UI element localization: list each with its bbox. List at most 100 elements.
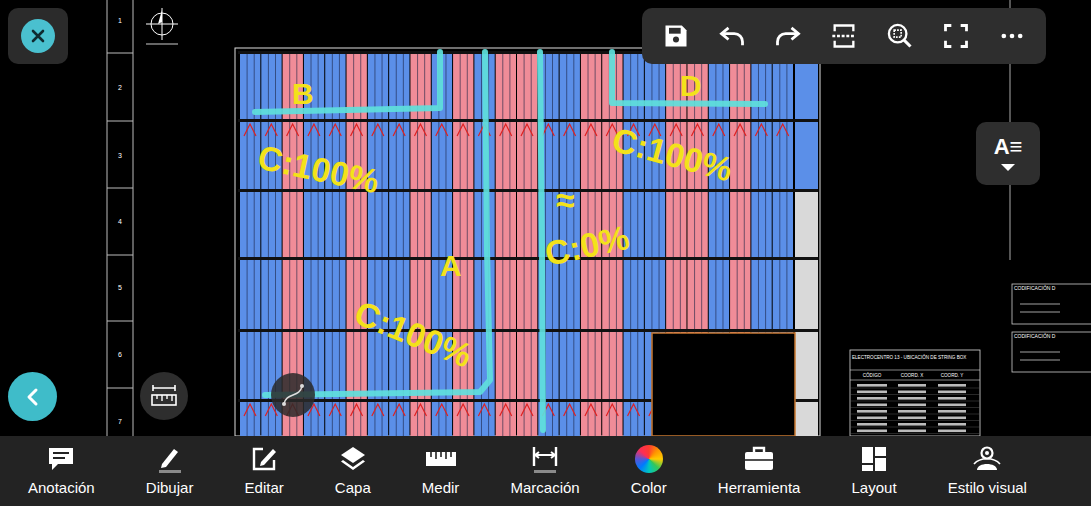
svg-text:CODIFICACIÓN D: CODIFICACIÓN D — [1014, 285, 1056, 291]
tool-label: Color — [631, 479, 667, 497]
dimension-icon — [530, 445, 560, 473]
split-view-button[interactable] — [822, 14, 866, 58]
fullscreen-button[interactable] — [934, 14, 978, 58]
markup-annotation[interactable]: B — [292, 77, 314, 110]
row-number: 7 — [118, 418, 122, 425]
tool-label: Herramienta — [718, 479, 801, 497]
color-wheel-icon — [635, 445, 663, 473]
table-header: COORD. Y — [941, 373, 964, 378]
toolbar-item[interactable]: Editar — [245, 441, 284, 501]
toolbar-item[interactable]: Herramienta — [718, 441, 801, 501]
frame-line — [107, 121, 133, 122]
cad-viewer-screen: 1234567CODIFICACIÓN DCODIFICACIÓN DELECT… — [0, 0, 1091, 506]
frame-line — [133, 0, 134, 436]
toolbar-item[interactable]: Anotación — [28, 441, 95, 501]
table-header: CÓDIGO — [863, 372, 882, 378]
toolbar-item[interactable]: Medir — [422, 441, 460, 501]
undo-icon — [718, 22, 746, 50]
tool-icon — [635, 445, 663, 473]
legend-box: CODIFICACIÓN D — [1012, 284, 1091, 324]
string-box-table: ELECTROCENTRO 13 - UBICACIÓN DE STRING B… — [850, 350, 980, 436]
frame-line — [107, 321, 133, 322]
panel-column — [496, 52, 516, 436]
split-view-icon — [830, 22, 858, 50]
row-number: 2 — [118, 84, 122, 91]
table-row — [850, 391, 980, 395]
row-number: 3 — [118, 152, 122, 159]
north-arrow-icon — [146, 8, 178, 44]
tool-label: Medir — [422, 479, 460, 497]
tool-icon — [46, 445, 76, 473]
layers-icon — [338, 445, 368, 473]
undo-button[interactable] — [710, 14, 754, 58]
table-header: COORD. X — [901, 373, 924, 378]
tool-label: Capa — [335, 479, 371, 497]
ruler-icon — [149, 383, 179, 409]
plan-border — [235, 48, 820, 436]
more-icon — [998, 22, 1026, 50]
markup-annotation[interactable]: C:100% — [349, 293, 477, 374]
comment-icon — [46, 445, 76, 473]
frame-line — [107, 0, 108, 436]
layout-icon — [860, 445, 888, 473]
zoom-extents-button[interactable] — [878, 14, 922, 58]
empty-area — [652, 333, 795, 436]
frame-line — [107, 53, 133, 54]
toolbar-item[interactable]: Layout — [852, 441, 897, 501]
row-number: 6 — [118, 351, 122, 358]
toolbar-item[interactable]: Marcación — [511, 441, 580, 501]
toolbar-item[interactable]: Color — [631, 441, 667, 501]
tool-icon — [743, 445, 775, 473]
markup-annotation[interactable]: C:100% — [255, 138, 383, 201]
markup-annotation[interactable]: C:0% — [542, 218, 633, 273]
edit-icon — [249, 445, 279, 473]
chevron-left-icon — [23, 387, 43, 407]
bottom-toolbar: Anotación Dibujar Editar Capa Medir Marcación… — [0, 436, 1091, 506]
table-row — [850, 430, 980, 434]
cad-drawing[interactable]: 1234567CODIFICACIÓN DCODIFICACIÓN DELECT… — [0, 0, 1091, 436]
row-number: 4 — [118, 218, 122, 225]
toolbar-item[interactable]: Dibujar — [146, 441, 194, 501]
panel-column — [517, 52, 537, 436]
measure-button[interactable] — [140, 372, 188, 420]
tool-icon — [338, 445, 368, 473]
back-button[interactable] — [8, 372, 57, 421]
close-button[interactable] — [8, 8, 68, 64]
toolbar-item[interactable]: Estilo visual — [948, 441, 1027, 501]
drawing-canvas[interactable]: 1234567CODIFICACIÓN DCODIFICACIÓN DELECT… — [0, 0, 1091, 436]
table-row — [850, 417, 980, 421]
markup-lines — [255, 52, 765, 430]
more-button[interactable] — [990, 14, 1034, 58]
table-row — [850, 384, 980, 388]
tool-label: Anotación — [28, 479, 95, 497]
pencil-icon — [155, 445, 185, 473]
markup-annotation[interactable]: ≈ — [556, 181, 575, 219]
frame-line — [107, 255, 133, 256]
dropdown-icon — [1001, 164, 1015, 171]
redo-icon — [774, 22, 802, 50]
redo-button[interactable] — [766, 14, 810, 58]
row-separator — [238, 329, 818, 332]
tool-label: Marcación — [511, 479, 580, 497]
tool-icon — [972, 445, 1002, 473]
tool-icon — [860, 445, 888, 473]
text-style-button[interactable]: A≡ — [976, 122, 1040, 185]
ruler-icon — [424, 445, 458, 473]
toolbar-item[interactable]: Capa — [335, 441, 371, 501]
table-row — [850, 404, 980, 408]
table-row — [850, 397, 980, 401]
markup-annotation[interactable]: D — [680, 69, 702, 102]
tool-label: Estilo visual — [948, 479, 1027, 497]
table-title: ELECTROCENTRO 13 - UBICACIÓN DE STRING B… — [852, 354, 966, 360]
save-icon — [662, 22, 690, 50]
tool-icon — [155, 445, 185, 473]
row-separator — [238, 257, 818, 260]
save-button[interactable] — [654, 14, 698, 58]
markup-annotation[interactable]: C:100% — [608, 120, 736, 188]
panel-column — [453, 52, 473, 436]
selection-handle-icon[interactable] — [271, 373, 315, 417]
tool-label: Dibujar — [146, 479, 194, 497]
tool-label: Layout — [852, 479, 897, 497]
row-separator — [238, 119, 818, 122]
markup-annotation[interactable]: A — [440, 249, 462, 282]
